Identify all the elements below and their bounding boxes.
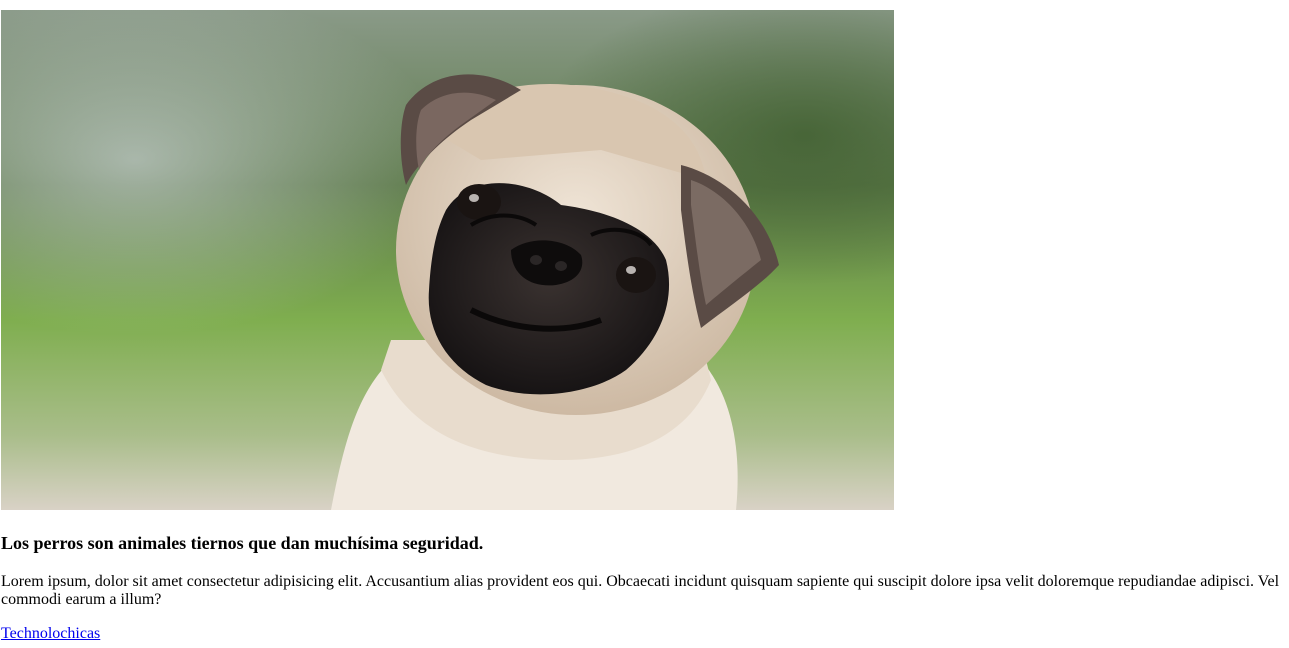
article-heading: Los perros son animales tiernos que dan …	[1, 533, 484, 553]
page: Los perros son animales tiernos que dan …	[0, 0, 1289, 648]
article-paragraph: Lorem ipsum, dolor sit amet consectetur …	[1, 573, 1280, 608]
pug-image	[1, 10, 894, 510]
technolochicas-link[interactable]: Technolochicas	[1, 625, 100, 643]
